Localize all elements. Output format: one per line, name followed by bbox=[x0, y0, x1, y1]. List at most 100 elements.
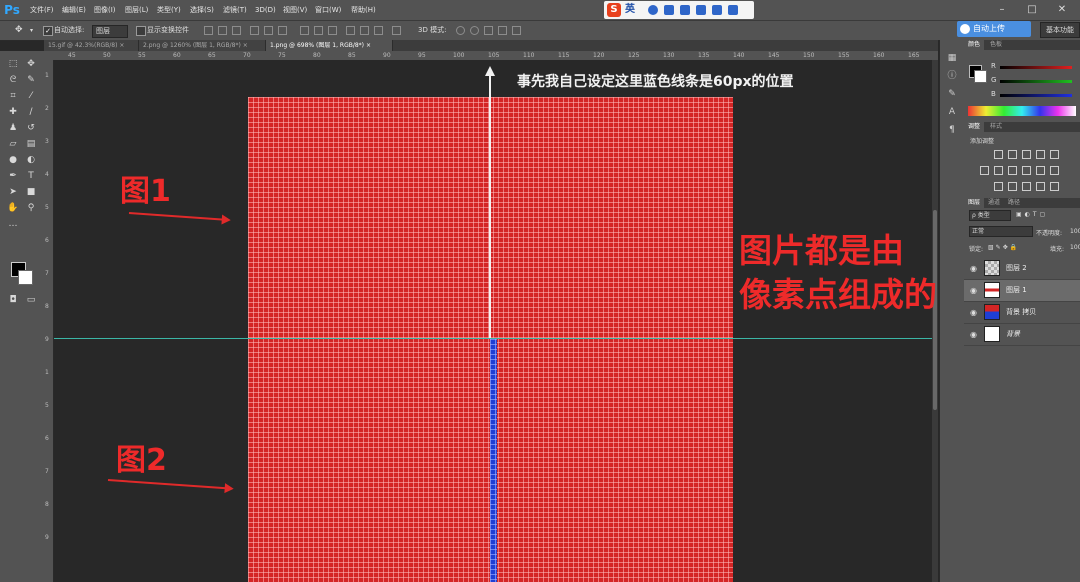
ime-toolbar[interactable]: S 英 bbox=[604, 1, 754, 19]
3d-rotate-icon[interactable] bbox=[456, 26, 465, 35]
dodge-tool-icon[interactable]: ◐ bbox=[24, 153, 38, 167]
blur-tool-icon[interactable]: ● bbox=[6, 153, 20, 167]
3d-scale-icon[interactable] bbox=[512, 26, 521, 35]
eyedropper-tool-icon[interactable]: ⁄ bbox=[24, 89, 38, 103]
selective-color-icon[interactable] bbox=[1050, 182, 1059, 191]
workspace-switcher[interactable]: 基本功能 bbox=[1040, 22, 1080, 38]
eraser-tool-icon[interactable]: ▱ bbox=[6, 137, 20, 151]
color-lookup-icon[interactable] bbox=[1050, 166, 1059, 175]
align-hcenter-icon[interactable] bbox=[264, 26, 273, 35]
zoom-tool-icon[interactable]: ⚲ bbox=[24, 201, 38, 215]
rectangle-tool-icon[interactable]: ■ bbox=[24, 185, 38, 199]
3d-roll-icon[interactable] bbox=[470, 26, 479, 35]
layer-row-background[interactable]: ◉ 背景 bbox=[964, 324, 1080, 346]
close-icon[interactable]: ✕ bbox=[1054, 4, 1070, 16]
menu-type[interactable]: 类型(Y) bbox=[157, 0, 181, 20]
menu-file[interactable]: 文件(F) bbox=[30, 0, 54, 20]
tab-2-png[interactable]: 2.png @ 1260% (图层 1, RGB/8*) × bbox=[139, 40, 266, 51]
skin-icon[interactable] bbox=[712, 5, 722, 15]
menu-select[interactable]: 选择(S) bbox=[190, 0, 214, 20]
threshold-icon[interactable] bbox=[1022, 182, 1031, 191]
distribute-hcenter-icon[interactable] bbox=[360, 26, 369, 35]
wrench-icon[interactable] bbox=[728, 5, 738, 15]
auto-align-icon[interactable] bbox=[392, 26, 401, 35]
pen-tool-icon[interactable]: ✒ bbox=[6, 169, 20, 183]
tab-layers[interactable]: 图层 bbox=[964, 198, 985, 208]
layer-kind-filter[interactable]: ρ 类型 bbox=[969, 210, 1011, 221]
minimize-icon[interactable]: – bbox=[994, 4, 1010, 16]
horizontal-guide[interactable] bbox=[54, 338, 932, 339]
more-tools-icon[interactable]: … bbox=[6, 217, 20, 231]
paragraph-panel-icon[interactable]: ¶ bbox=[946, 124, 958, 136]
color-panel-background-swatch[interactable] bbox=[974, 70, 987, 83]
photo-filter-icon[interactable] bbox=[1022, 166, 1031, 175]
align-right-icon[interactable] bbox=[278, 26, 287, 35]
vibrance-icon[interactable] bbox=[1050, 150, 1059, 159]
character-panel-icon[interactable]: A bbox=[946, 106, 958, 118]
distribute-top-icon[interactable] bbox=[300, 26, 309, 35]
distribute-left-icon[interactable] bbox=[346, 26, 355, 35]
layer-row-background-copy[interactable]: ◉ 背景 拷贝 bbox=[964, 302, 1080, 324]
quick-select-tool-icon[interactable]: ✎ bbox=[24, 73, 38, 87]
align-top-icon[interactable] bbox=[204, 26, 213, 35]
visibility-eye-icon[interactable]: ◉ bbox=[969, 264, 978, 273]
user-icon[interactable] bbox=[696, 5, 706, 15]
tab-color[interactable]: 颜色 bbox=[964, 40, 985, 50]
tab-close-icon[interactable]: × bbox=[119, 42, 124, 49]
invert-icon[interactable] bbox=[994, 182, 1003, 191]
screen-mode-icon[interactable]: ▭ bbox=[24, 293, 38, 307]
menu-help[interactable]: 帮助(H) bbox=[351, 0, 376, 20]
tab-adjustments[interactable]: 调整 bbox=[964, 122, 985, 132]
move-tool-icon[interactable]: ✥ bbox=[24, 57, 38, 71]
exposure-icon[interactable] bbox=[1036, 150, 1045, 159]
brush-tool-icon[interactable]: ∕ bbox=[24, 105, 38, 119]
tab-1-png[interactable]: 1.png @ 698% (图层 1, RGB/8*) × bbox=[266, 40, 393, 51]
channel-b-slider[interactable] bbox=[1000, 94, 1072, 97]
visibility-eye-icon[interactable]: ◉ bbox=[969, 286, 978, 295]
tab-close-icon[interactable]: × bbox=[243, 42, 248, 49]
color-spectrum-bar[interactable] bbox=[968, 106, 1076, 116]
hue-saturation-icon[interactable] bbox=[980, 166, 989, 175]
auto-select-checkbox[interactable]: ✓ bbox=[43, 26, 53, 36]
menu-3d[interactable]: 3D(D) bbox=[255, 0, 276, 20]
menu-image[interactable]: 图像(I) bbox=[94, 0, 116, 20]
layer-row-layer-1[interactable]: ◉ 图层 1 bbox=[964, 280, 1080, 302]
brightness-icon[interactable] bbox=[994, 150, 1003, 159]
type-tool-icon[interactable]: T bbox=[24, 169, 38, 183]
channel-g-slider[interactable] bbox=[1000, 80, 1072, 83]
properties-panel-icon[interactable]: ⓘ bbox=[946, 70, 958, 82]
tool-preset-chevron-down-icon[interactable]: ▾ bbox=[30, 25, 33, 36]
path-select-tool-icon[interactable]: ➤ bbox=[6, 185, 20, 199]
document-canvas[interactable] bbox=[54, 60, 932, 582]
3d-pan-icon[interactable] bbox=[484, 26, 493, 35]
canvas-scrollbar-vertical[interactable] bbox=[932, 60, 938, 582]
opacity-value[interactable]: 100 bbox=[1070, 228, 1080, 235]
gradient-tool-icon[interactable]: ▤ bbox=[24, 137, 38, 151]
tab-close-icon[interactable]: × bbox=[366, 42, 371, 49]
levels-icon[interactable] bbox=[1008, 150, 1017, 159]
visibility-eye-icon[interactable]: ◉ bbox=[969, 308, 978, 317]
move-tool-icon[interactable]: ✥ bbox=[15, 25, 27, 36]
distribute-bottom-icon[interactable] bbox=[328, 26, 337, 35]
auto-select-dropdown[interactable]: 图层 bbox=[92, 25, 128, 38]
background-color-swatch[interactable] bbox=[18, 270, 33, 285]
quick-mask-icon[interactable]: ◘ bbox=[6, 293, 20, 307]
brush-panel-icon[interactable]: ✎ bbox=[946, 88, 958, 100]
tab-channels[interactable]: 通道 bbox=[984, 198, 1004, 208]
fill-value[interactable]: 100 bbox=[1070, 244, 1080, 251]
menu-edit[interactable]: 编辑(E) bbox=[62, 0, 86, 20]
tab-styles[interactable]: 样式 bbox=[986, 122, 1006, 132]
hand-tool-icon[interactable]: ✋ bbox=[6, 201, 20, 215]
emoji-icon[interactable] bbox=[648, 5, 658, 15]
align-left-icon[interactable] bbox=[250, 26, 259, 35]
align-vcenter-icon[interactable] bbox=[218, 26, 227, 35]
crop-tool-icon[interactable]: ⌗ bbox=[6, 89, 20, 103]
show-transform-checkbox[interactable] bbox=[136, 26, 146, 36]
distribute-vcenter-icon[interactable] bbox=[314, 26, 323, 35]
black-white-icon[interactable] bbox=[1008, 166, 1017, 175]
history-brush-tool-icon[interactable]: ↺ bbox=[24, 121, 38, 135]
history-panel-icon[interactable]: ▦ bbox=[946, 52, 958, 64]
microphone-icon[interactable] bbox=[664, 5, 674, 15]
tab-paths[interactable]: 路径 bbox=[1004, 198, 1024, 208]
blend-mode-dropdown[interactable]: 正常 bbox=[969, 226, 1033, 237]
